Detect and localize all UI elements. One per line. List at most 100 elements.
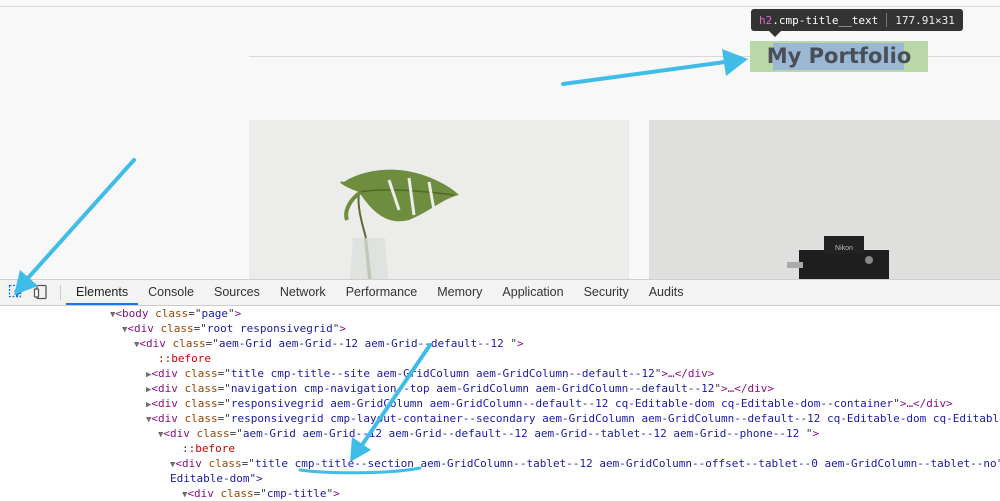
- dom-tag-close: >: [721, 382, 728, 395]
- dom-punct: =": [205, 337, 219, 350]
- dom-attr-value: cmp-title: [266, 487, 327, 500]
- dom-attr-value: title cmp-title--site aem-GridColumn aem…: [230, 367, 655, 380]
- title-highlight-box: My Portfolio: [750, 41, 928, 72]
- devtools-tabs: Elements Console Sources Network Perform…: [66, 280, 693, 305]
- dom-attr-value: title: [254, 457, 295, 470]
- dom-tag: <div: [151, 412, 185, 425]
- dom-tag: <div: [151, 397, 185, 410]
- dom-tail: …</div>: [668, 367, 715, 380]
- plant-photo[interactable]: [249, 120, 629, 279]
- dom-line[interactable]: ::before: [158, 351, 211, 366]
- dom-pseudo: ::before: [158, 352, 211, 365]
- toolbar-divider: [60, 285, 61, 300]
- devtools-panel: Elements Console Sources Network Perform…: [0, 279, 1000, 501]
- dom-punct: ": [228, 307, 235, 320]
- dom-attr-name: class: [172, 337, 206, 350]
- tab-elements[interactable]: Elements: [66, 280, 139, 305]
- dom-attr-name: class: [196, 427, 230, 440]
- tooltip-class: .cmp-title__text: [772, 13, 879, 27]
- dom-attr-name: class: [160, 322, 194, 335]
- dom-attr-name: class: [184, 397, 218, 410]
- dom-tag: <div: [127, 322, 161, 335]
- dom-attr-value: responsivegrid cmp-layout-container--sec…: [230, 412, 1000, 425]
- dom-tag: <body: [115, 307, 156, 320]
- dom-line[interactable]: ::before: [182, 441, 235, 456]
- tab-performance[interactable]: Performance: [336, 280, 428, 305]
- dom-line[interactable]: ▼<body class="page">: [110, 306, 241, 321]
- elements-dom-tree[interactable]: ▼<body class="page"> ▼<div class="root re…: [0, 306, 1000, 501]
- dom-tag: <div: [151, 367, 185, 380]
- dom-attr-value: root responsivegrid: [206, 322, 333, 335]
- dom-attr-value: page: [201, 307, 229, 320]
- dom-tag: <div: [175, 457, 209, 470]
- tooltip-tag: h2: [759, 13, 773, 27]
- dom-punct: ": [714, 382, 721, 395]
- dom-tag: <div: [163, 427, 197, 440]
- dom-line[interactable]: ▼<div class="responsivegrid cmp-layout-c…: [146, 411, 1000, 426]
- dom-tag-close: >: [812, 427, 820, 440]
- devtools-toolbar: Elements Console Sources Network Perform…: [0, 280, 1000, 306]
- dom-pseudo: ::before: [182, 442, 235, 455]
- dom-tail: …</div>: [906, 397, 953, 410]
- dom-punct: =": [217, 367, 231, 380]
- portfolio-page: My Portfolio h2 .cmp-title__text 177.91×3…: [0, 0, 1000, 279]
- dom-attr-name: class: [184, 367, 218, 380]
- dom-line[interactable]: ▶<div class="navigation cmp-navigation--…: [146, 381, 774, 396]
- dom-tag-close: >: [234, 307, 242, 320]
- dom-line[interactable]: Editable-dom">: [170, 471, 263, 486]
- tab-memory[interactable]: Memory: [427, 280, 492, 305]
- dom-attr-value: aem-Grid aem-Grid--12 aem-Grid--default-…: [242, 427, 806, 440]
- device-toolbar-icon[interactable]: [33, 284, 49, 300]
- dom-tag: <div: [139, 337, 173, 350]
- dom-tag-close: >: [516, 337, 524, 350]
- dom-line[interactable]: ▼<div class="root responsivegrid">: [122, 321, 346, 336]
- dom-line[interactable]: ▼<div class="title cmp-title--section ae…: [170, 456, 1000, 471]
- dom-tail: …</div>: [727, 382, 774, 395]
- dom-line[interactable]: ▼<div class="cmp-title">: [182, 486, 340, 501]
- dom-punct: =": [193, 322, 207, 335]
- dom-attr-value: cmp-title--section: [294, 457, 414, 470]
- tab-network[interactable]: Network: [270, 280, 336, 305]
- dom-punct: =": [217, 382, 231, 395]
- dom-punct: =": [253, 487, 267, 500]
- dom-punct: =": [217, 397, 231, 410]
- tab-application[interactable]: Application: [492, 280, 573, 305]
- dom-punct: =": [229, 427, 243, 440]
- tooltip-separator: [886, 13, 888, 27]
- dom-attr-name: class: [208, 457, 242, 470]
- dom-line[interactable]: ▶<div class="responsivegrid aem-GridColu…: [146, 396, 953, 411]
- dom-line[interactable]: ▶<div class="title cmp-title--site aem-G…: [146, 366, 714, 381]
- dom-attr-name: class: [220, 487, 254, 500]
- dom-attr-value: aem-Grid aem-Grid--12 aem-Grid--default-…: [218, 337, 511, 350]
- plant-illustration: [249, 120, 629, 279]
- dom-punct: ": [510, 337, 517, 350]
- tab-audits[interactable]: Audits: [639, 280, 694, 305]
- svg-text:Nikon: Nikon: [835, 245, 853, 252]
- dom-punct: =": [188, 307, 202, 320]
- dom-attr-name: class: [184, 412, 218, 425]
- dom-attr-value: aem-GridColumn--tablet--12 aem-GridColum…: [413, 457, 997, 470]
- tab-console[interactable]: Console: [138, 280, 204, 305]
- dom-tag: <div: [151, 382, 185, 395]
- dom-attr-value: responsivegrid aem-GridColumn aem-GridCo…: [230, 397, 894, 410]
- dom-tag: <div: [187, 487, 221, 500]
- dom-attr-name: class: [184, 382, 218, 395]
- top-divider: [0, 6, 1000, 7]
- dom-line[interactable]: ▼<div class="aem-Grid aem-Grid--12 aem-G…: [134, 336, 524, 351]
- dom-punct: =": [217, 412, 231, 425]
- dom-punct: ": [893, 397, 900, 410]
- dom-tag-close: >: [339, 322, 347, 335]
- dom-line[interactable]: ▼<div class="aem-Grid aem-Grid--12 aem-G…: [158, 426, 819, 441]
- dom-attr-value: navigation cmp-navigation--top aem-GridC…: [230, 382, 715, 395]
- tooltip-dimensions: 177.91×31: [895, 13, 955, 27]
- dom-punct: =": [241, 457, 255, 470]
- dom-attr-name: class: [155, 307, 189, 320]
- tab-sources[interactable]: Sources: [204, 280, 270, 305]
- dom-continuation: Editable-dom">: [170, 472, 263, 485]
- element-inspector-tooltip: h2 .cmp-title__text 177.91×31: [751, 9, 963, 37]
- page-heading[interactable]: My Portfolio: [750, 41, 928, 72]
- tab-security[interactable]: Security: [574, 280, 639, 305]
- dom-tag-close: >: [333, 487, 340, 500]
- inspect-element-icon[interactable]: [8, 284, 24, 300]
- camera-photo[interactable]: Nikon: [649, 120, 1000, 279]
